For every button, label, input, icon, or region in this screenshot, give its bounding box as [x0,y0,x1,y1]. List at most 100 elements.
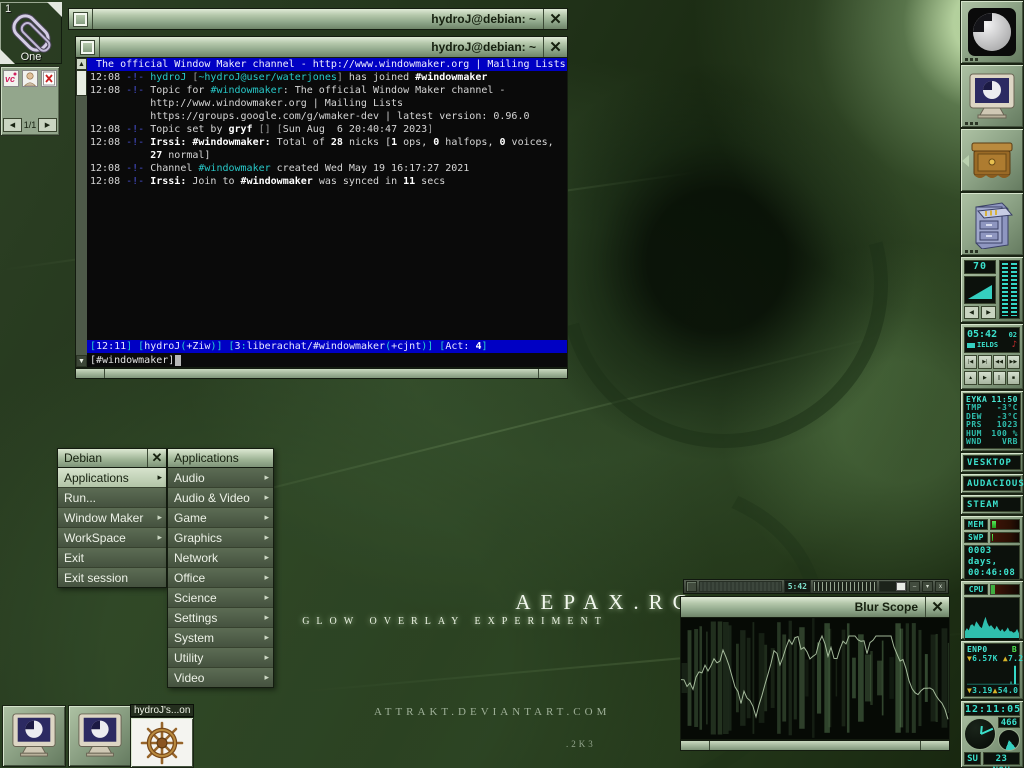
icon-panel[interactable]: vc ◀ 1/1 ▶ [0,66,60,136]
menu-item-applications[interactable]: Applications▸ [58,468,166,488]
menu-item-science[interactable]: Science▸ [168,588,273,608]
menu-item-audio-video[interactable]: Audio & Video▸ [168,488,273,508]
text-segment: Sun Aug 6 20:40:47 2023 [283,124,428,135]
menu-item-exit-session[interactable]: Exit session [58,568,166,587]
player-close-button[interactable]: x [935,581,946,592]
player-menu-button[interactable] [686,581,697,592]
prev-track-button[interactable]: |◀ [964,355,977,369]
mem-label: MEM [964,519,988,530]
clock-counter: 466 [998,717,1020,728]
dock-launcher-vesktop[interactable]: VESKTOP [960,452,1024,473]
weather-value: -3°C [997,404,1018,412]
miniaturize-button[interactable] [69,9,93,29]
dock-network-monitor[interactable]: ENP0B ▼6.57K ▲7.25K ▼3.19▲54.0 [960,640,1024,700]
dock-terminal[interactable] [960,64,1024,128]
scrollbar-thumb[interactable] [76,70,87,96]
vc-app-icon[interactable]: vc [3,70,19,87]
window-terminal-background[interactable]: hydroJ@debian: ~ ✕ [68,8,568,30]
stop-button[interactable]: ■ [1007,371,1020,385]
dock-clock[interactable]: 12:11:05 466 SU 23 NOU [960,700,1024,768]
dock-launcher-audacious[interactable]: AUDACIOUS [960,473,1024,494]
menu-close-button[interactable]: ✕ [147,449,166,467]
dock-weather[interactable]: EYKA11:50TMP-3°CDEW-3°CPRS1023HUM100 %WN… [960,390,1024,452]
titlebar[interactable]: hydroJ@debian: ~ ✕ [68,8,568,30]
dock-launcher-steam[interactable]: STEAM [960,494,1024,515]
dock-cpu-monitor[interactable]: CPU [960,580,1024,640]
window-terminal-irssi[interactable]: hydroJ@debian: ~ ✕ ▲ ▼ The official Wind… [75,36,568,379]
miniaturize-button[interactable] [76,37,100,57]
window-blur-scope[interactable]: Blur Scope ✕ [680,596,950,751]
player-title-strip[interactable] [699,581,782,592]
text-segment: 27 [150,150,162,161]
player-minimize-button[interactable]: – [909,581,920,592]
rewind-button[interactable]: ◀◀ [993,355,1006,369]
pause-button[interactable]: || [993,371,1006,385]
menu-item-system[interactable]: System▸ [168,628,273,648]
menu-item-office[interactable]: Office▸ [168,568,273,588]
resize-bar[interactable] [680,740,950,751]
scroll-down-arrow-icon[interactable]: ▼ [76,355,87,367]
miniwindow-terminal-1[interactable] [2,705,66,767]
document-x-icon[interactable] [41,70,57,87]
dock-memory-monitor[interactable]: MEM SWP 0003 days, 00:46:08 [960,515,1024,580]
pager-next-button[interactable]: ▶ [38,118,57,132]
menu-item-workspace[interactable]: WorkSpace▸ [58,528,166,548]
menu-titlebar[interactable]: Applications [167,448,274,468]
scroll-up-arrow-icon[interactable]: ▲ [76,58,87,70]
volume-knob[interactable] [896,582,906,591]
scrollbar[interactable]: ▲ ▼ [76,58,87,367]
miniwindow-terminal-2[interactable] [68,705,132,767]
menu-titlebar[interactable]: Debian ✕ [57,448,167,468]
menu-item-graphics[interactable]: Graphics▸ [168,528,273,548]
player-progress-block [967,343,975,348]
menu-item-network[interactable]: Network▸ [168,548,273,568]
player-seek-ticks[interactable] [813,581,877,592]
terminal-content[interactable]: The official Window Maker channel - http… [87,58,567,367]
miniaturize-icon [74,13,87,26]
menu-item-settings[interactable]: Settings▸ [168,608,273,628]
mixer-volume-triangle[interactable] [964,276,996,304]
titlebar[interactable]: Blur Scope ✕ [680,596,950,618]
pager-prev-button[interactable]: ◀ [3,118,22,132]
miniwindow-helm[interactable] [130,717,194,768]
player-shade-button[interactable]: ▾ [922,581,933,592]
dock-wmaker-logo[interactable] [960,0,1024,64]
dock-music-player[interactable]: 05:42 02 IELDS ♪ |◀▶|◀◀▶▶ ▲▶||■ [960,323,1024,390]
menu-item-label: System [174,631,264,645]
text-segment: -!- [126,72,150,83]
gnustep-logo-icon [967,7,1017,57]
text-segment: -!- [126,163,150,174]
submenu-arrow-icon: ▸ [264,572,269,583]
menu-item-run-[interactable]: Run... [58,488,166,508]
player-volume-slider[interactable] [879,581,907,592]
dock-mixer[interactable]: 70 ◀ ▶ [960,256,1024,323]
menu-item-audio[interactable]: Audio▸ [168,468,273,488]
mixer-next-button[interactable]: ▶ [981,306,996,319]
fast-forward-button[interactable]: ▶▶ [1007,355,1020,369]
mixer-prev-button[interactable]: ◀ [964,306,979,319]
dock-drawer[interactable] [960,128,1024,192]
close-button[interactable]: ✕ [925,597,949,617]
text-segment: Irssi: [150,176,192,187]
text-segment: normal] [162,150,210,161]
dock-file-cabinet[interactable] [960,192,1024,256]
close-button[interactable]: ✕ [543,37,567,57]
eject-button[interactable]: ▲ [964,371,977,385]
resize-bar[interactable] [75,368,568,379]
workspace-clip[interactable]: 1 One [0,2,62,64]
menu-item-label: Exit [64,551,162,565]
menu-item-game[interactable]: Game▸ [168,508,273,528]
irssi-input-line[interactable]: [#windowmaker] [87,353,567,367]
menu-item-utility[interactable]: Utility▸ [168,648,273,668]
audacious-shaded-bar[interactable]: 5:42 – ▾ x [683,579,949,594]
close-button[interactable]: ✕ [543,9,567,29]
text-segment: 12:08 [90,85,126,96]
text-segment: ] [ [265,124,283,135]
titlebar[interactable]: hydroJ@debian: ~ ✕ [75,36,568,58]
menu-item-window-maker[interactable]: Window Maker▸ [58,508,166,528]
user-app-icon[interactable] [22,70,38,87]
menu-item-exit[interactable]: Exit [58,548,166,568]
next-track-button[interactable]: ▶| [978,355,991,369]
menu-item-video[interactable]: Video▸ [168,668,273,687]
play-button[interactable]: ▶ [978,371,991,385]
